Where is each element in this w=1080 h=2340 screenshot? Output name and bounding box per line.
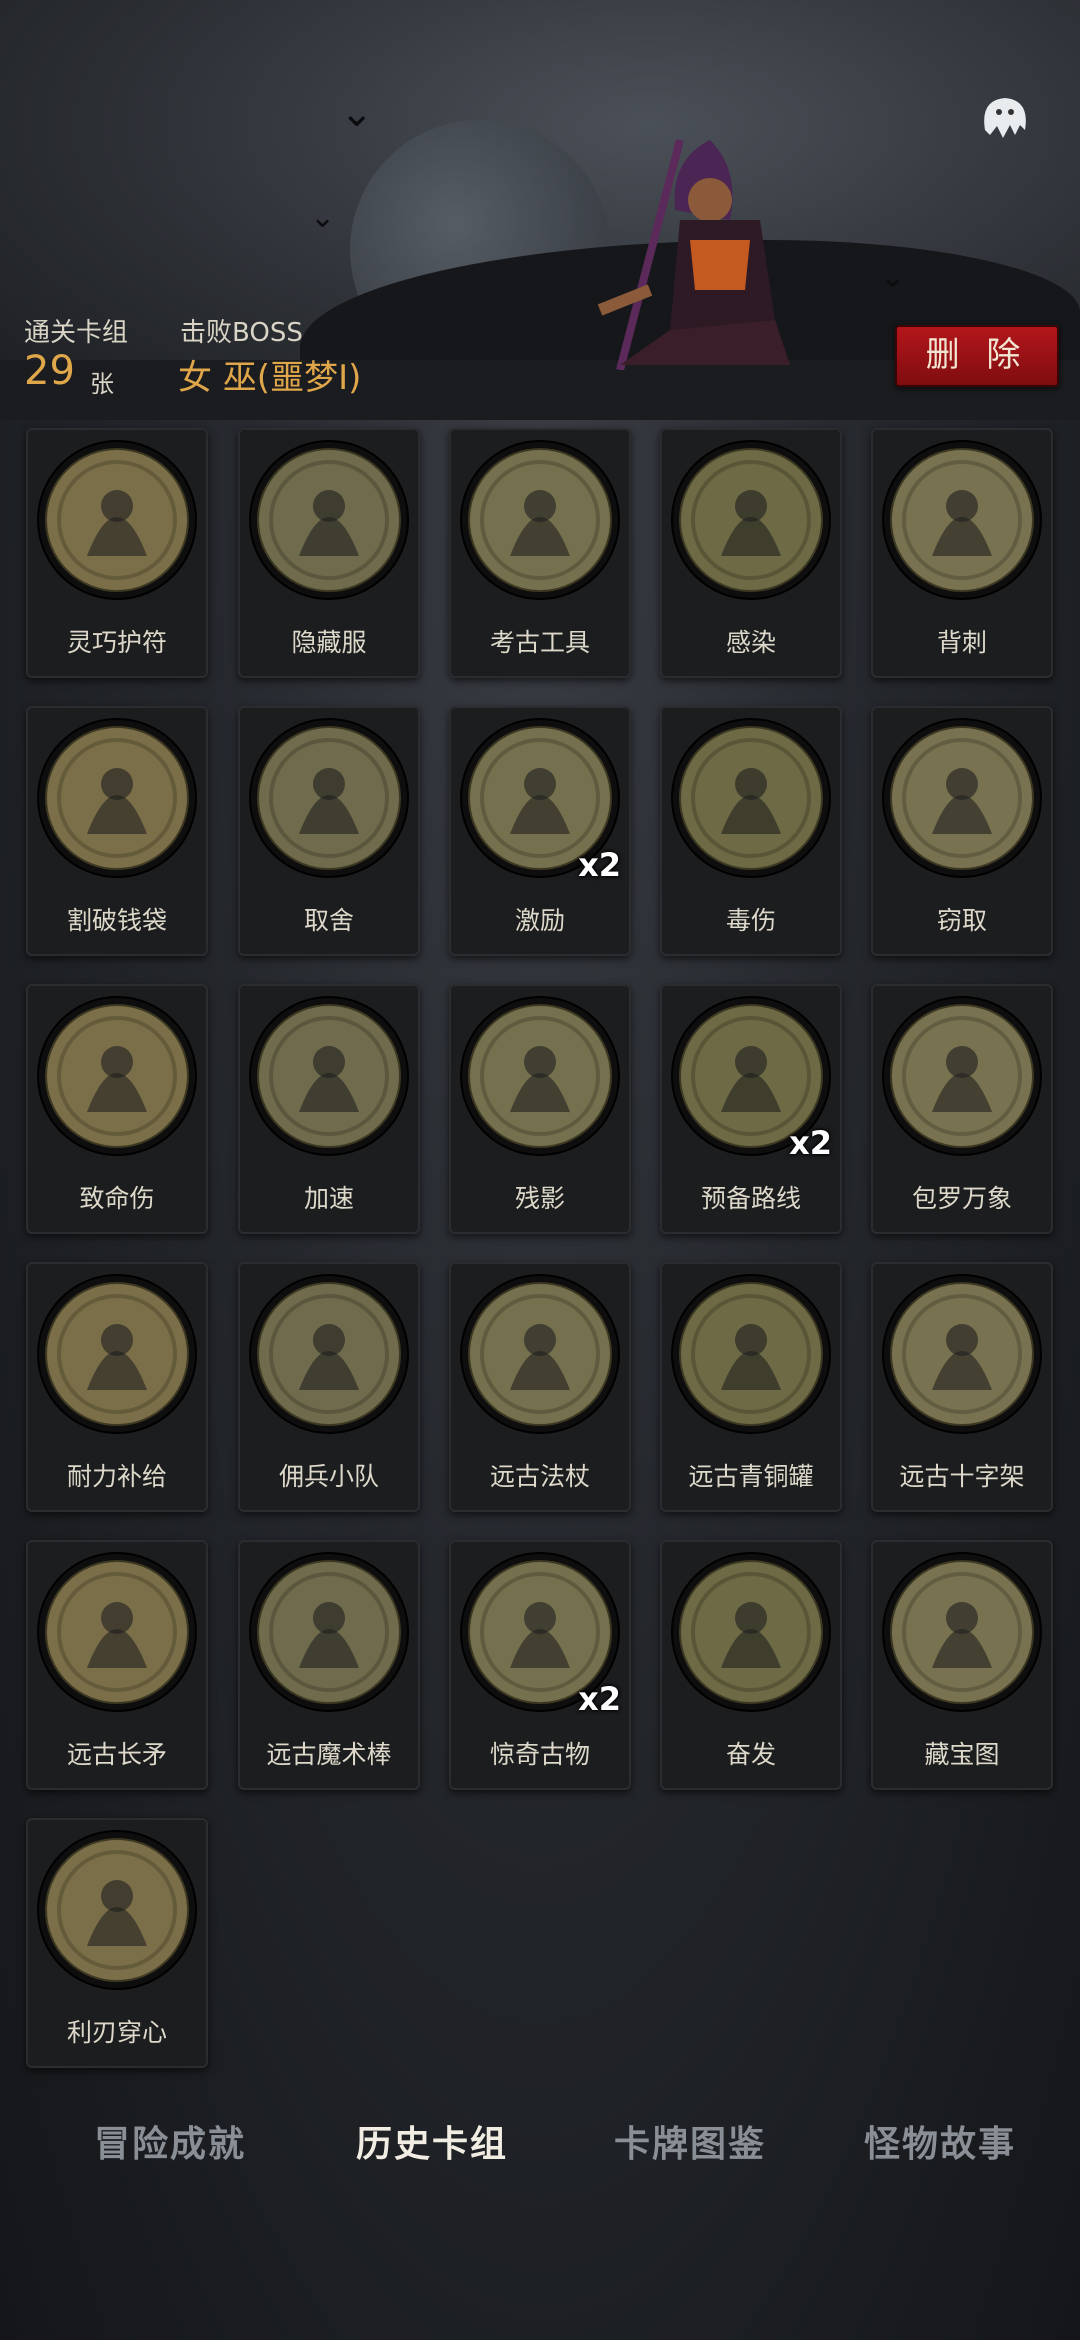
card-label: 隐藏服 <box>291 628 367 657</box>
speed-witch-icon <box>251 998 407 1154</box>
card-label: 激励 <box>514 906 565 935</box>
card-count-badge: x2 <box>578 846 621 884</box>
wizard-icon <box>251 720 407 876</box>
cleared-unit: 张 <box>90 370 114 398</box>
card-item[interactable]: 利刃穿心 <box>26 1818 208 2068</box>
card-label: 感染 <box>725 628 776 657</box>
card-item[interactable]: 远古长矛 <box>26 1540 208 1790</box>
card-label: 藏宝图 <box>924 1740 1000 1769</box>
card-label: 远古青铜罐 <box>688 1462 814 1491</box>
card-item[interactable]: 远古法杖 <box>449 1262 631 1512</box>
card-item[interactable]: 远古青铜罐 <box>660 1262 842 1512</box>
boss-name: 女 巫(噩梦I) <box>178 358 362 398</box>
card-label: 致命伤 <box>79 1184 155 1213</box>
card-label: 奋发 <box>725 1740 776 1769</box>
ghost-icon[interactable] <box>975 90 1035 145</box>
card-item[interactable]: 取舍 <box>238 706 420 956</box>
card-item[interactable]: 远古魔术棒 <box>238 1540 420 1790</box>
card-label: 远古长矛 <box>66 1740 167 1769</box>
goblin-thief-icon <box>884 720 1040 876</box>
card-label: 取舍 <box>303 906 354 935</box>
mercenary-squad-icon <box>251 1276 407 1432</box>
card-label: 佣兵小队 <box>278 1462 379 1491</box>
delete-button[interactable]: 删 除 <box>895 325 1059 387</box>
blade-heart-icon <box>39 1832 195 1988</box>
boss-label: 击败BOSS <box>180 318 303 348</box>
card-item[interactable]: 感染 <box>660 428 842 678</box>
ancient-staff-icon <box>462 1276 618 1432</box>
fatal-wound-icon <box>39 998 195 1154</box>
archaeology-tools-icon <box>462 442 618 598</box>
magic-wand-icon <box>251 1554 407 1710</box>
header-banner: ⌄ ⌄ ⌄ 通关卡组 29 张 击败BOSS 女 巫(噩梦I) 删 除 <box>0 0 1080 420</box>
ancient-spear-icon <box>39 1554 195 1710</box>
card-label: 耐力补给 <box>66 1462 167 1491</box>
card-label: 毒伤 <box>725 906 776 935</box>
bat-icon: ⌄ <box>880 260 906 295</box>
treasure-map-icon <box>884 1554 1040 1710</box>
bat-icon: ⌄ <box>310 200 336 235</box>
card-label: 加速 <box>303 1184 354 1213</box>
tab-history-deck[interactable]: 历史卡组 <box>332 2110 532 2180</box>
card-item[interactable]: 毒伤 <box>660 706 842 956</box>
card-item[interactable]: 耐力补给 <box>26 1262 208 1512</box>
poison-monster-icon <box>673 720 829 876</box>
card-label: 远古十字架 <box>899 1462 1025 1491</box>
bat-icon: ⌄ <box>340 90 374 136</box>
card-item[interactable]: 灵巧护符 <box>26 428 208 678</box>
card-label: 预备路线 <box>700 1184 801 1213</box>
card-item[interactable]: 激励 x2 <box>449 706 631 956</box>
backstab-icon <box>884 442 1040 598</box>
card-label: 灵巧护符 <box>66 628 167 657</box>
card-item[interactable]: 加速 <box>238 984 420 1234</box>
card-label: 惊奇古物 <box>489 1740 590 1769</box>
infected-goblin-icon <box>673 442 829 598</box>
card-count-badge: x2 <box>789 1124 832 1162</box>
card-label: 窃取 <box>936 906 987 935</box>
card-item[interactable]: 预备路线 x2 <box>660 984 842 1234</box>
tab-card-compendium[interactable]: 卡牌图鉴 <box>590 2110 790 2180</box>
card-label: 考古工具 <box>489 628 590 657</box>
card-label: 背刺 <box>936 628 987 657</box>
card-item[interactable]: 佣兵小队 <box>238 1262 420 1512</box>
cleared-deck-label: 通关卡组 <box>24 318 129 348</box>
hooded-cloak-icon <box>251 442 407 598</box>
bottom-tab-bar: 冒险成就 历史卡组 卡牌图鉴 怪物故事 <box>70 2110 1030 2190</box>
card-item[interactable]: 致命伤 <box>26 984 208 1234</box>
card-label: 包罗万象 <box>911 1184 1012 1213</box>
tab-adventure-achievements[interactable]: 冒险成就 <box>70 2110 270 2180</box>
card-count-badge: x2 <box>578 1680 621 1718</box>
dumbbell-hero-icon <box>673 1554 829 1710</box>
stamina-potion-icon <box>39 1276 195 1432</box>
card-item[interactable]: 隐藏服 <box>238 428 420 678</box>
witch-boss-illustration <box>597 138 790 370</box>
card-label: 残影 <box>514 1184 565 1213</box>
card-item[interactable]: 考古工具 <box>449 428 631 678</box>
card-item[interactable]: 包罗万象 <box>871 984 1053 1234</box>
tab-monster-stories[interactable]: 怪物故事 <box>840 2110 1040 2180</box>
amulet-icon <box>39 442 195 598</box>
card-item[interactable]: 背刺 <box>871 428 1053 678</box>
all-encompassing-icon <box>884 998 1040 1154</box>
card-item[interactable]: 窃取 <box>871 706 1053 956</box>
card-label: 割破钱袋 <box>66 906 167 935</box>
card-item[interactable]: 藏宝图 <box>871 1540 1053 1790</box>
card-label: 利刃穿心 <box>66 2018 167 2047</box>
ancient-cross-icon <box>884 1276 1040 1432</box>
cleared-count: 29 <box>24 348 75 394</box>
card-item[interactable]: 惊奇古物 x2 <box>449 1540 631 1790</box>
cut-purse-icon <box>39 720 195 876</box>
bronze-urn-icon <box>673 1276 829 1432</box>
card-item[interactable]: 奋发 <box>660 1540 842 1790</box>
afterimage-icon <box>462 998 618 1154</box>
card-item[interactable]: 残影 <box>449 984 631 1234</box>
card-item[interactable]: 割破钱袋 <box>26 706 208 956</box>
card-label: 远古魔术棒 <box>266 1740 392 1769</box>
card-item[interactable]: 远古十字架 <box>871 1262 1053 1512</box>
card-label: 远古法杖 <box>489 1462 590 1491</box>
